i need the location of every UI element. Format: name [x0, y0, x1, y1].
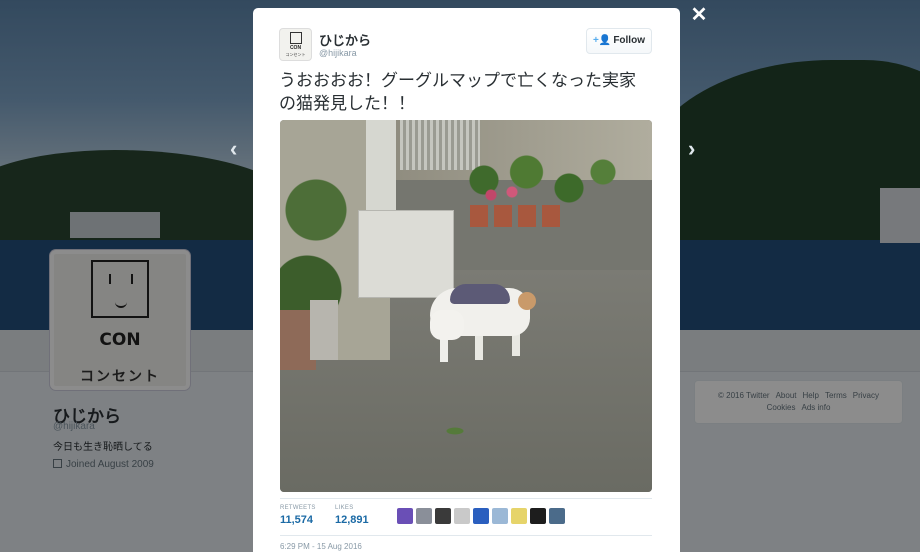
liker-avatar[interactable]: [397, 508, 413, 524]
tweet-text: うおおおお！グーグルマップで亡くなった実家 の猫発見した！！: [279, 70, 659, 116]
follow-button[interactable]: +👤 Follow: [586, 28, 652, 54]
chevron-left-icon[interactable]: ‹: [230, 136, 237, 162]
photo-box: [358, 210, 454, 298]
tweet-photo[interactable]: [280, 120, 652, 492]
liker-avatar[interactable]: [492, 508, 508, 524]
tweet-author-name[interactable]: ひじから: [319, 30, 371, 49]
liker-avatars: [397, 508, 565, 524]
tweet-author-avatar[interactable]: CON コンセント: [279, 28, 312, 61]
liker-avatar[interactable]: [530, 508, 546, 524]
stats-divider-bottom: [280, 535, 652, 536]
retweets-count: 11,574: [280, 514, 314, 526]
retweets-label: RETWEETS: [280, 505, 316, 511]
liker-avatar[interactable]: [549, 508, 565, 524]
photo-pot: [310, 300, 338, 360]
stats-divider: [280, 498, 652, 499]
liker-avatar[interactable]: [511, 508, 527, 524]
likes-label: LIKES: [335, 505, 354, 511]
close-icon[interactable]: ✕: [688, 4, 710, 26]
liker-avatar[interactable]: [473, 508, 489, 524]
cat-patch: [450, 284, 510, 304]
photo-pillar: [366, 120, 396, 210]
liker-avatar[interactable]: [416, 508, 432, 524]
cat-head: [430, 310, 464, 340]
retweets-stat[interactable]: RETWEETS 11,574: [280, 505, 316, 526]
photo-pots: [470, 205, 560, 227]
likes-stat[interactable]: LIKES 12,891: [335, 505, 369, 526]
mini-kana-text: コンセント: [285, 52, 306, 57]
tweet-author-handle[interactable]: @hijikara: [319, 48, 357, 58]
tweet-text-line1: うおおおお！グーグルマップで亡くなった実家: [279, 71, 636, 91]
photo-weed: [440, 425, 470, 437]
outlet-face-icon: [290, 32, 302, 44]
cat-tail: [518, 292, 536, 310]
likes-count: 12,891: [335, 514, 369, 526]
add-person-icon: +👤: [593, 35, 612, 46]
tweet-timestamp[interactable]: 6:29 PM - 15 Aug 2016: [280, 542, 362, 551]
liker-avatar[interactable]: [454, 508, 470, 524]
tweet-modal: CON コンセント ひじから @hijikara +👤 Follow うおおおお！…: [253, 8, 680, 552]
tweet-text-line2: の猫発見した！！: [279, 94, 415, 114]
follow-label: Follow: [613, 35, 645, 46]
liker-avatar[interactable]: [435, 508, 451, 524]
mini-con-text: CON: [289, 45, 302, 51]
chevron-right-icon[interactable]: ›: [688, 136, 695, 162]
